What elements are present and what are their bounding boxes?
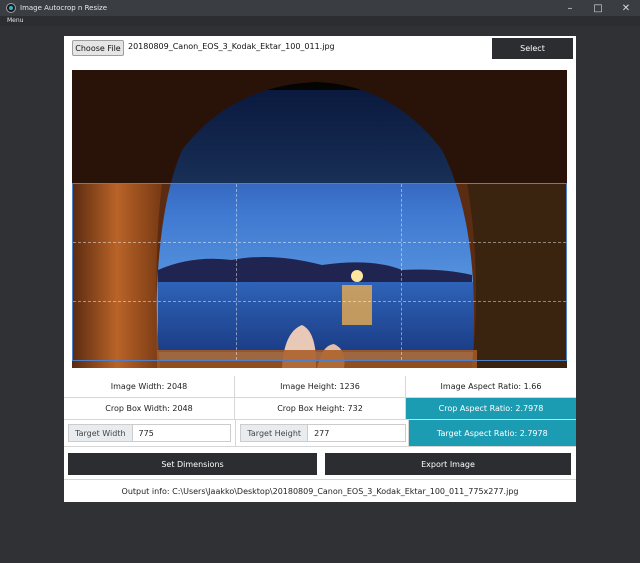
target-width-cell: Target Width — [64, 420, 237, 446]
choose-file-button[interactable]: Choose File — [72, 40, 124, 56]
target-height-cell: Target Height — [236, 420, 409, 446]
image-aspect-value: Image Aspect Ratio: 1.66 — [440, 382, 542, 391]
image-preview[interactable] — [72, 70, 567, 368]
target-height-group: Target Height — [240, 424, 407, 442]
image-info-row: Image Width: 2048 Image Height: 1236 Ima… — [64, 376, 576, 398]
grid-line — [73, 242, 566, 243]
grid-line — [236, 184, 237, 360]
target-width-input[interactable] — [132, 424, 231, 442]
output-info: Output info: C:\Users\Jaakko\Desktop\201… — [64, 479, 576, 502]
selected-filename: 20180809_Canon_EOS_3_Kodak_Ektar_100_011… — [128, 42, 335, 51]
window-controls: – □ ✕ — [556, 0, 640, 16]
window-title: Image Autocrop n Resize — [20, 4, 108, 12]
maximize-icon[interactable]: □ — [584, 0, 612, 16]
target-height-input[interactable] — [308, 424, 407, 442]
target-aspect-value: Target Aspect Ratio: 2.7978 — [408, 420, 576, 446]
crop-width-value: Crop Box Width: 2048 — [64, 398, 235, 419]
minimize-icon[interactable]: – — [556, 0, 584, 16]
select-button[interactable]: Select — [492, 38, 573, 59]
app-logo-icon — [6, 3, 16, 13]
image-width-value: Image Width: 2048 — [64, 376, 235, 397]
menu-item[interactable]: Menu — [7, 17, 23, 24]
target-row: Target Width Target Height Target Aspect… — [64, 420, 576, 447]
crop-height-value: Crop Box Height: 732 — [235, 398, 406, 419]
target-width-group: Target Width — [68, 424, 231, 442]
grid-line — [73, 301, 566, 302]
menu-bar: Menu — [0, 16, 640, 26]
title-bar: Image Autocrop n Resize – □ ✕ — [0, 0, 640, 16]
target-height-label: Target Height — [240, 424, 309, 442]
image-height-value: Image Height: 1236 — [235, 376, 406, 397]
close-icon[interactable]: ✕ — [612, 0, 640, 16]
grid-line — [401, 184, 402, 360]
target-width-label: Target Width — [68, 424, 133, 442]
export-image-button[interactable]: Export Image — [325, 453, 571, 475]
file-row: Choose File 20180809_Canon_EOS_3_Kodak_E… — [64, 36, 576, 62]
main-panel: Choose File 20180809_Canon_EOS_3_Kodak_E… — [64, 36, 576, 502]
set-dimensions-button[interactable]: Set Dimensions — [68, 453, 317, 475]
crop-info-row: Crop Box Width: 2048 Crop Box Height: 73… — [64, 398, 576, 420]
crop-box-overlay[interactable] — [72, 183, 567, 361]
crop-aspect-value: Crop Aspect Ratio: 2.7978 — [406, 398, 576, 419]
